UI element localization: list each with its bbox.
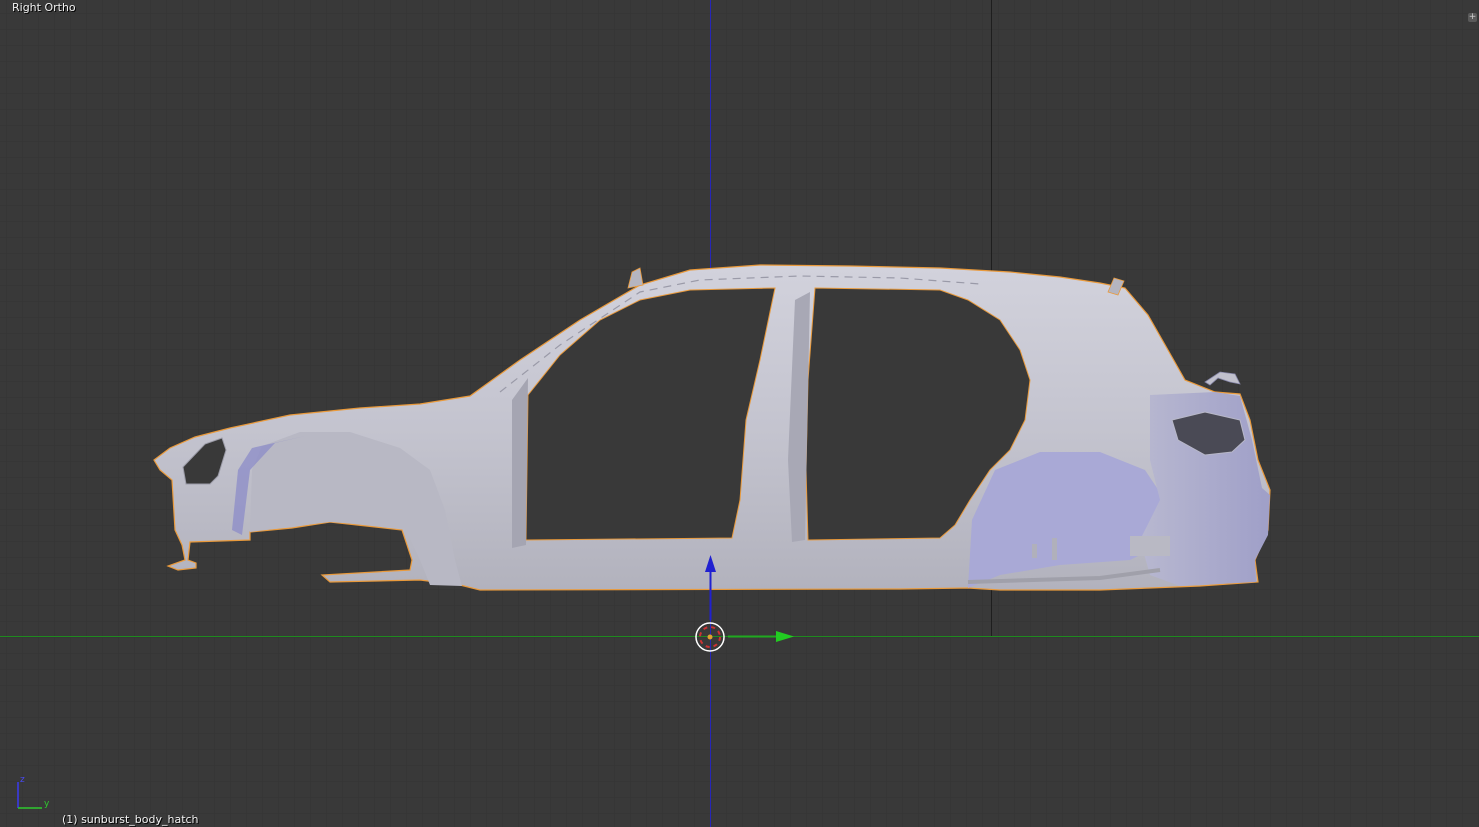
a-pillar-inner [512,378,528,548]
view-name-label: Right Ortho [12,1,76,14]
rear-mount-2 [1052,538,1057,560]
rear-mount-1 [1032,544,1037,558]
viewport-canvas[interactable] [0,0,1479,827]
mini-axis-y-label: y [44,799,50,809]
3d-viewport[interactable]: Right Ortho + z y (1) sunburst_body_hatc… [0,0,1479,827]
mini-axis-z-label: z [20,775,25,785]
active-object-label: (1) sunburst_body_hatch [62,813,199,826]
plus-icon[interactable]: + [1468,13,1477,22]
rear-mount-3 [1130,536,1170,556]
orientation-axes-gizmo: z y [17,775,50,809]
